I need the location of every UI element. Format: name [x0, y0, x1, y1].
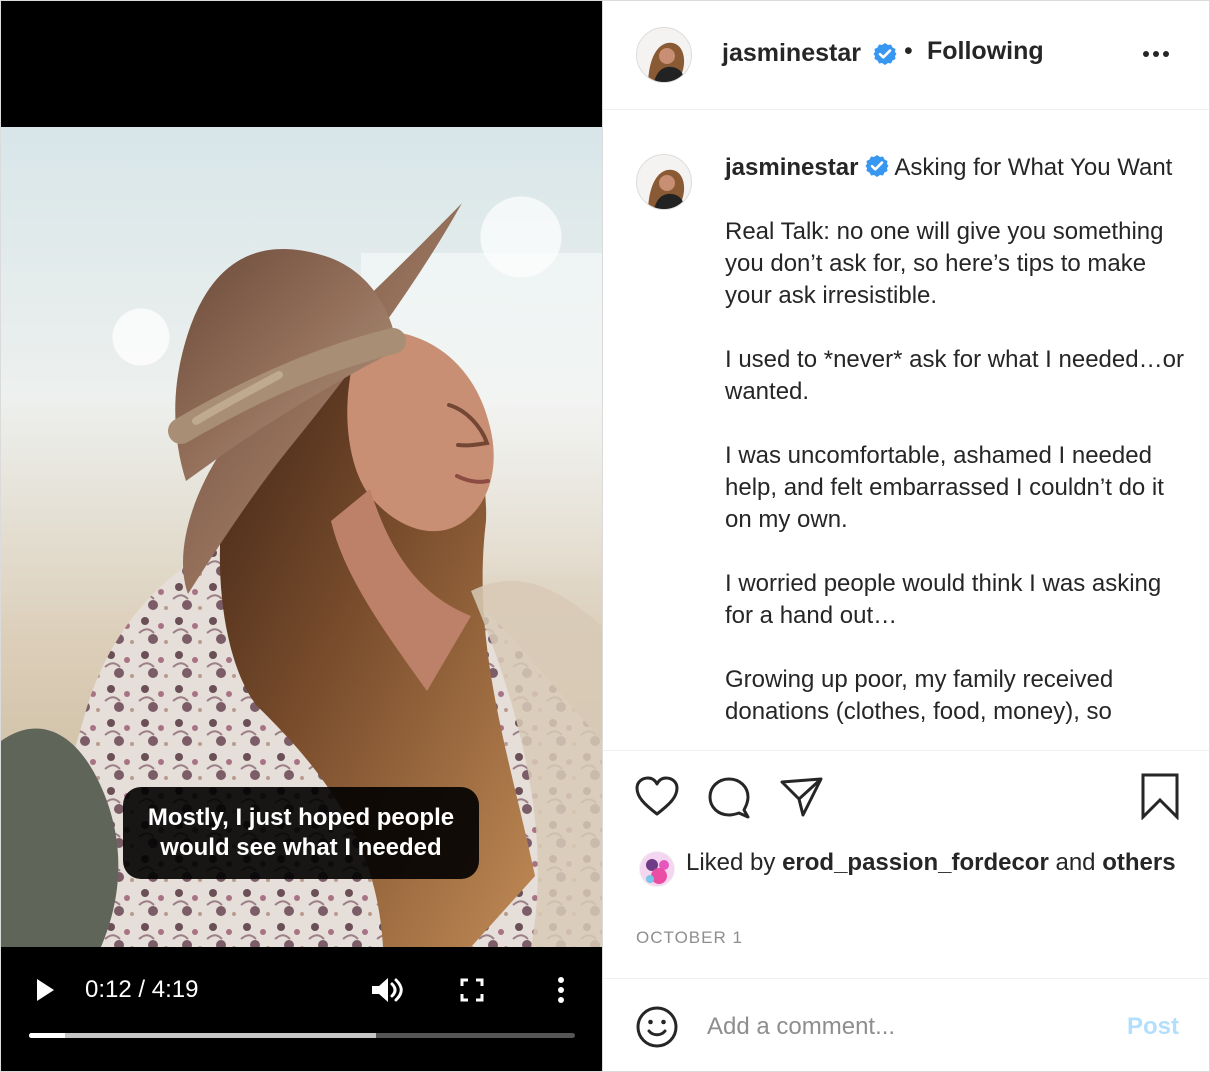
post-caption: jasminestar Asking for What You Want Real… — [725, 152, 1185, 728]
post-date: OCTOBER 1 — [636, 928, 743, 947]
following-button[interactable]: Following — [927, 36, 1044, 66]
liked-by-prefix: Liked by — [686, 849, 776, 876]
more-horizontal-icon — [1143, 51, 1169, 57]
caption-scroll-area[interactable]: jasminestar Asking for What You Want Real… — [603, 110, 1209, 751]
colorful-avatar-icon — [640, 852, 674, 886]
post-options-button[interactable] — [1138, 39, 1174, 69]
header-username[interactable]: jasminestar — [722, 38, 861, 68]
verified-badge-icon — [873, 43, 897, 65]
post-actions: Liked by erod_passion_fordecor and other… — [603, 751, 1209, 979]
play-icon — [37, 979, 54, 1001]
caption-title: Asking for What You Want — [894, 154, 1173, 181]
like-button[interactable] — [634, 774, 680, 820]
paper-plane-icon — [780, 777, 823, 817]
woman-in-hat-video-frame — [1, 203, 602, 948]
post-comment-button[interactable]: Post — [1123, 1012, 1179, 1042]
post-details-panel: jasminestar • Following jasminestar Aski… — [602, 1, 1209, 1071]
video-player[interactable]: Mostly, I just hoped people would see wh… — [1, 1, 602, 1071]
video-more-button[interactable] — [544, 973, 578, 1007]
caption-body: Real Talk: no one will give you somethin… — [725, 218, 1184, 725]
video-subtitle: Mostly, I just hoped people would see wh… — [123, 787, 479, 879]
vertical-more-icon — [558, 977, 564, 1003]
video-progress-bar[interactable] — [29, 1033, 575, 1038]
header-separator: • — [904, 37, 913, 65]
play-button[interactable] — [28, 973, 62, 1007]
comment-input[interactable] — [707, 1005, 1107, 1049]
likes-others-link[interactable]: others — [1102, 849, 1175, 876]
video-time-readout: 0:12 / 4:19 — [85, 976, 199, 1003]
subtitle-line-2: would see what I needed — [160, 834, 442, 861]
caption-avatar[interactable] — [636, 154, 692, 210]
profile-avatar[interactable] — [636, 27, 692, 83]
heart-icon — [635, 776, 679, 816]
liked-by-avatar[interactable] — [639, 851, 675, 887]
comment-composer: Post — [603, 979, 1209, 1071]
comment-button[interactable] — [706, 774, 752, 820]
avatar-portrait-icon — [637, 28, 691, 82]
fullscreen-icon — [460, 978, 484, 1002]
fullscreen-button[interactable] — [455, 973, 489, 1007]
share-button[interactable] — [778, 774, 824, 820]
post-header: jasminestar • Following — [603, 1, 1209, 110]
comment-bubble-icon — [708, 777, 750, 819]
video-played-progress — [29, 1033, 66, 1038]
video-controls: 0:12 / 4:19 — [1, 947, 602, 1071]
emoji-smile-icon — [636, 1006, 678, 1048]
subtitle-line-1: Mostly, I just hoped people — [147, 804, 455, 831]
likes-summary: Liked by erod_passion_fordecor and other… — [686, 847, 1181, 879]
liked-by-user-link[interactable]: erod_passion_fordecor — [782, 849, 1049, 876]
video-buffered-progress — [29, 1033, 376, 1038]
instagram-post-modal: Mostly, I just hoped people would see wh… — [0, 0, 1210, 1072]
volume-button[interactable] — [367, 972, 405, 1008]
likes-connector: and — [1055, 849, 1096, 876]
save-button[interactable] — [1138, 772, 1182, 821]
volume-icon — [372, 978, 403, 1002]
bookmark-icon — [1141, 773, 1179, 821]
avatar-portrait-icon — [637, 155, 691, 209]
verified-badge-icon — [865, 155, 889, 177]
caption-username[interactable]: jasminestar — [725, 154, 858, 181]
emoji-button[interactable] — [634, 1004, 680, 1050]
